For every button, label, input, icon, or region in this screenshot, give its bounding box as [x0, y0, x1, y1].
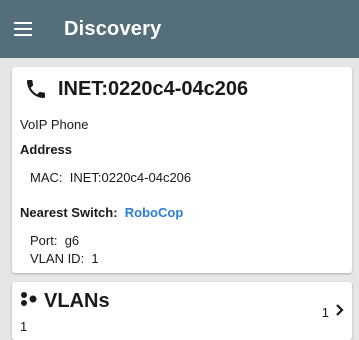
hamburger-menu-icon[interactable] [0, 0, 46, 58]
vlans-card[interactable]: VLANs 1 1 [12, 282, 352, 340]
nearest-switch-label: Nearest Switch: [20, 205, 118, 220]
vlans-header: VLANs [20, 290, 110, 313]
vlans-count: 1 [321, 304, 329, 320]
vlan-id-value: 1 [91, 251, 99, 266]
nearest-switch-row: Nearest Switch: RoboCop [20, 205, 183, 220]
vlan-id-row: VLAN ID: 1 [30, 251, 99, 266]
device-header: INET:0220c4-04c206 [24, 77, 248, 101]
vlans-label: VLANs [44, 290, 110, 312]
port-value: g6 [64, 233, 80, 248]
port-label: Port: [30, 233, 58, 248]
address-heading: Address [20, 142, 73, 157]
vlans-subvalue: 1 [20, 319, 28, 334]
device-card: INET:0220c4-04c206 VoIP Phone Address MA… [12, 67, 352, 273]
mac-label: MAC: [30, 170, 63, 185]
mac-value: INET:0220c4-04c206 [69, 170, 192, 185]
chevron-right-icon[interactable] [335, 303, 344, 321]
nearest-switch-link[interactable]: RoboCop [125, 205, 183, 220]
phone-icon [24, 77, 48, 101]
mac-row: MAC: INET:0220c4-04c206 [30, 170, 191, 185]
vlans-count-group: 1 [322, 303, 344, 321]
device-type: VoIP Phone [20, 117, 89, 132]
device-name: INET:0220c4-04c206 [58, 77, 249, 100]
page-title: Discovery [64, 17, 162, 40]
app-bar: Discovery [0, 0, 359, 58]
port-row: Port: g6 [30, 233, 79, 248]
vlans-dots-icon [20, 291, 38, 312]
vlan-id-label: VLAN ID: [30, 251, 85, 266]
